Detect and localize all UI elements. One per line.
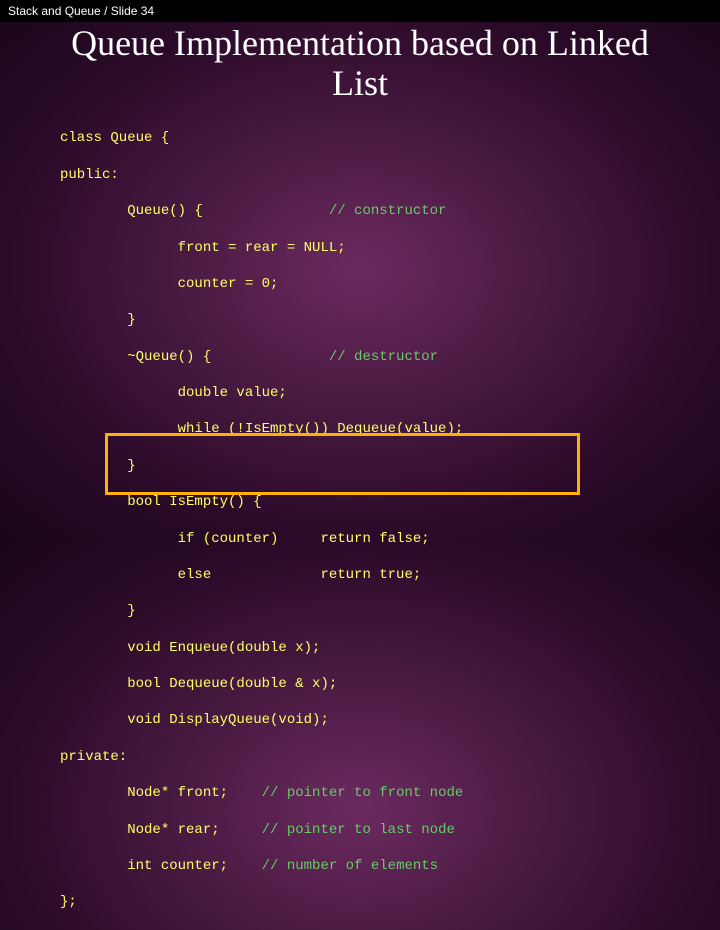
code-comment: // destructor (329, 349, 438, 365)
code-comment: // pointer to front node (262, 785, 464, 801)
code-line: bool IsEmpty() { (60, 493, 720, 511)
code-line: front = rear = NULL; (60, 239, 720, 257)
code-line: while (!IsEmpty()) Dequeue(value); (60, 420, 720, 438)
code-line: ~Queue() { // destructor (60, 348, 720, 366)
code-comment: // number of elements (262, 858, 438, 874)
code-text: Node* rear; (60, 822, 262, 838)
code-line: Node* front; // pointer to front node (60, 784, 720, 802)
code-line: else return true; (60, 566, 720, 584)
code-line: private: (60, 748, 720, 766)
code-text: Node* front; (60, 785, 262, 801)
code-text: ~Queue() { (60, 349, 329, 365)
code-line: if (counter) return false; (60, 530, 720, 548)
code-line: void DisplayQueue(void); (60, 711, 720, 729)
breadcrumb: Stack and Queue / Slide 34 (0, 0, 720, 22)
code-text: Queue() { (60, 203, 329, 219)
code-text: int counter; (60, 858, 262, 874)
code-line: void Enqueue(double x); (60, 639, 720, 657)
code-line: public: (60, 166, 720, 184)
code-line: } (60, 457, 720, 475)
code-line: int counter; // number of elements (60, 857, 720, 875)
code-line: } (60, 602, 720, 620)
code-line: bool Dequeue(double & x); (60, 675, 720, 693)
code-line: Queue() { // constructor (60, 202, 720, 220)
code-comment: // pointer to last node (262, 822, 455, 838)
code-line: double value; (60, 384, 720, 402)
code-line: class Queue { (60, 129, 720, 147)
code-line: }; (60, 893, 720, 911)
code-block: class Queue { public: Queue() { // const… (0, 111, 720, 929)
code-line: counter = 0; (60, 275, 720, 293)
code-line: } (60, 311, 720, 329)
code-comment: // constructor (329, 203, 447, 219)
code-line: Node* rear; // pointer to last node (60, 821, 720, 839)
page-title: Queue Implementation based on Linked Lis… (0, 22, 720, 111)
